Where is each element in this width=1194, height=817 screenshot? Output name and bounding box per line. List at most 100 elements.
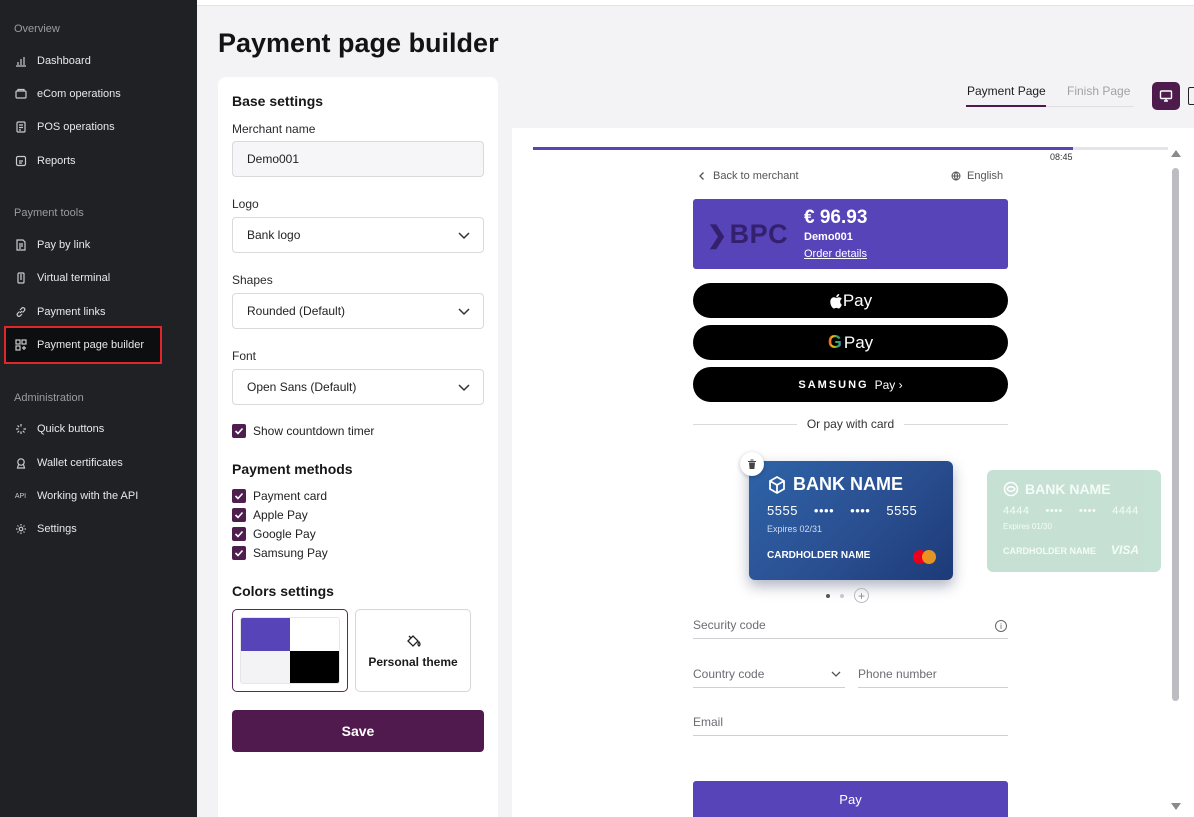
google-g-icon: G xyxy=(827,332,842,352)
desktop-view-button[interactable] xyxy=(1152,82,1180,110)
logo-select[interactable]: Bank logo xyxy=(232,217,484,253)
sidebar-item-ecom-operations[interactable]: eCom operations xyxy=(6,77,197,111)
ribbon-icon xyxy=(14,457,27,470)
top-bar xyxy=(197,0,1194,6)
sidebar-item-label: Payment links xyxy=(37,306,106,318)
order-amount: € 96.93 xyxy=(804,207,868,228)
sidebar-item-pay-by-link[interactable]: Pay by link xyxy=(6,228,197,262)
saved-card-inactive[interactable]: BANK NAME 4444 •••• •••• 4444 Expires 01/30… xyxy=(987,470,1161,572)
checkbox-checked-icon xyxy=(232,489,246,503)
country-code-placeholder: Country code xyxy=(693,667,765,681)
apple-pay-checkbox[interactable]: Apple Pay xyxy=(232,508,308,522)
mobile-view-button[interactable] xyxy=(1188,87,1194,105)
mastercard-logo-icon xyxy=(913,550,937,564)
order-merchant-name: Demo001 xyxy=(804,231,853,243)
carousel-dot[interactable] xyxy=(840,593,844,598)
phone-number-field[interactable]: Phone number xyxy=(858,667,1008,688)
sidebar-item-reports[interactable]: Reports xyxy=(6,144,197,178)
sidebar-item-label: Payment page builder xyxy=(37,339,145,351)
saved-card-active[interactable]: BANK NAME 5555 •••• •••• 5555 Expires 02/31… xyxy=(749,461,953,580)
sparkle-icon xyxy=(14,423,27,436)
card-holder-name: CARDHOLDER NAME xyxy=(767,550,871,561)
merchant-name-input[interactable]: Demo001 xyxy=(232,141,484,177)
builder-grid-icon xyxy=(14,339,27,352)
tab-finish-page[interactable]: Finish Page xyxy=(1067,84,1130,98)
sidebar-item-virtual-terminal[interactable]: Virtual terminal xyxy=(6,261,197,295)
personal-theme-label: Personal theme xyxy=(368,654,458,669)
or-pay-with-card-label: Or pay with card xyxy=(806,417,895,431)
checkbox-checked-icon xyxy=(232,508,246,522)
tab-divider xyxy=(1046,106,1134,107)
payment-card-label: Payment card xyxy=(253,489,328,503)
pay-button[interactable]: Pay xyxy=(693,781,1008,817)
merchant-logo: ❯BPC xyxy=(707,219,789,249)
sidebar-item-label: Reports xyxy=(37,155,76,167)
invoice-icon xyxy=(14,239,27,252)
swatch-surface xyxy=(241,650,290,683)
swatch-accent xyxy=(241,618,290,651)
colors-settings-heading: Colors settings xyxy=(232,583,334,599)
language-label: English xyxy=(967,170,1004,182)
shapes-label: Shapes xyxy=(232,273,273,287)
color-swatch-grid xyxy=(240,617,340,684)
google-pay-checkbox[interactable]: Google Pay xyxy=(232,527,316,541)
google-pay-button[interactable]: G Pay xyxy=(693,325,1008,360)
preview-scrollbar[interactable] xyxy=(1170,150,1182,810)
link-icon xyxy=(14,306,27,319)
checkbox-checked-icon xyxy=(232,424,246,438)
save-button[interactable]: Save xyxy=(232,710,484,752)
countdown-timer-checkbox[interactable]: Show countdown timer xyxy=(232,424,374,438)
apple-pay-label: Apple Pay xyxy=(253,508,308,522)
sidebar-item-payment-page-builder[interactable]: Payment page builder xyxy=(4,326,162,364)
sidebar-item-payment-links[interactable]: Payment links xyxy=(6,295,197,329)
sidebar-item-wallet-certificates[interactable]: Wallet certificates xyxy=(6,446,197,480)
sidebar-item-settings[interactable]: Settings xyxy=(6,512,197,546)
language-selector[interactable]: English xyxy=(951,170,1003,182)
swatch-text xyxy=(290,650,339,683)
shapes-select[interactable]: Rounded (Default) xyxy=(232,293,484,329)
sidebar-item-label: Wallet certificates xyxy=(37,457,123,469)
scroll-up-arrow-icon[interactable] xyxy=(1171,150,1181,157)
apple-pay-button[interactable]: Pay xyxy=(693,283,1008,318)
font-select-value: Open Sans (Default) xyxy=(247,380,357,394)
payment-card-checkbox[interactable]: Payment card xyxy=(232,489,327,503)
scroll-down-arrow-icon[interactable] xyxy=(1171,803,1181,810)
sidebar-item-quick-buttons[interactable]: Quick buttons xyxy=(6,412,197,446)
email-field[interactable]: Email xyxy=(693,715,1008,736)
api-icon: API xyxy=(14,492,27,500)
countdown-progress-bar xyxy=(533,147,1168,150)
font-select[interactable]: Open Sans (Default) xyxy=(232,369,484,405)
sidebar-item-label: Dashboard xyxy=(37,55,91,67)
card-expiry: Expires 02/31 xyxy=(767,524,823,534)
carousel-dot-active[interactable] xyxy=(826,593,830,598)
security-code-placeholder: Security code xyxy=(693,618,766,632)
swatch-background xyxy=(290,618,339,651)
personal-theme-button[interactable]: Personal theme xyxy=(355,609,471,692)
back-to-merchant-link[interactable]: Back to merchant xyxy=(697,170,799,182)
scroll-thumb[interactable] xyxy=(1172,168,1179,701)
tab-payment-page[interactable]: Payment Page xyxy=(967,84,1046,98)
add-card-button[interactable]: + xyxy=(854,588,869,603)
font-label: Font xyxy=(232,349,257,363)
chevron-down-icon xyxy=(458,232,470,240)
or-pay-with-card-divider: Or pay with card xyxy=(693,416,1008,432)
sidebar-item-dashboard[interactable]: Dashboard xyxy=(6,44,197,78)
default-color-theme[interactable] xyxy=(232,609,348,692)
info-icon[interactable]: i xyxy=(995,620,1007,632)
sidebar-item-pos-operations[interactable]: POS operations xyxy=(6,110,197,144)
country-code-select[interactable]: Country code xyxy=(693,667,845,688)
sidebar-item-working-with-api[interactable]: API Working with the API xyxy=(6,479,197,513)
sidebar-section-overview: Overview xyxy=(14,23,60,35)
card-carousel-pagination: + xyxy=(826,588,869,603)
order-details-link[interactable]: Order details xyxy=(804,248,867,260)
countdown-progress-fill xyxy=(533,147,1073,150)
delete-card-button[interactable] xyxy=(740,452,764,476)
active-tab-indicator xyxy=(966,105,1046,107)
samsung-pay-checkbox[interactable]: Samsung Pay xyxy=(232,546,328,560)
card-bank-name: BANK NAME xyxy=(1003,481,1111,497)
bar-chart-icon xyxy=(14,55,27,68)
security-code-field[interactable]: Security code xyxy=(693,618,1008,639)
google-pay-text: Pay xyxy=(843,332,874,352)
sidebar-item-label: Working with the API xyxy=(37,490,139,502)
samsung-pay-button[interactable]: SAMSUNG Pay › xyxy=(693,367,1008,402)
